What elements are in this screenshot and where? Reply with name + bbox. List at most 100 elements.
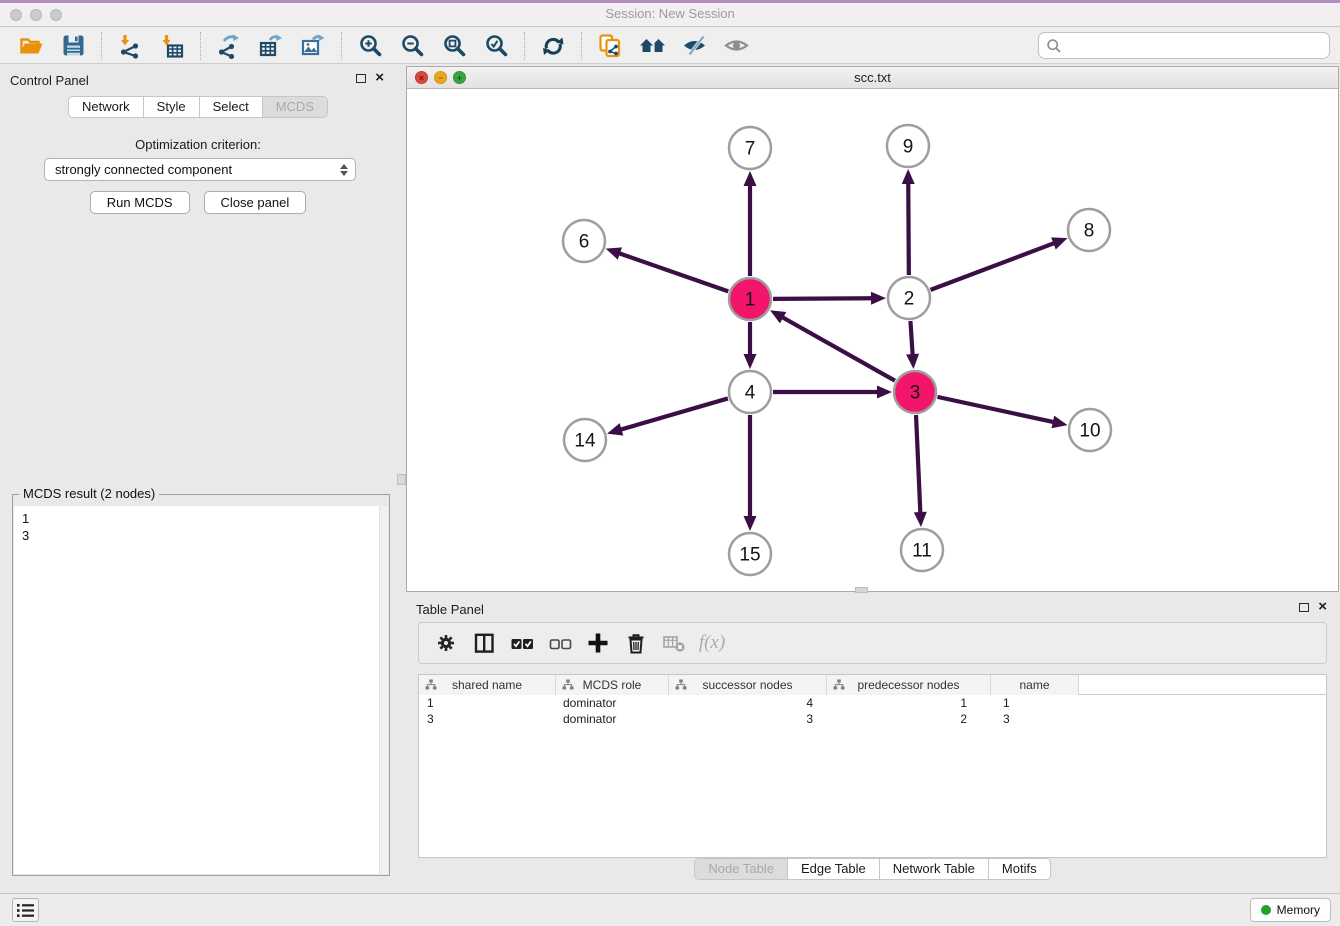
graph-edge-3-10[interactable] bbox=[937, 397, 1054, 422]
table-cell[interactable]: 3 bbox=[669, 711, 827, 727]
close-panel-button[interactable]: Close panel bbox=[204, 191, 307, 214]
network-canvas[interactable]: 7968124314101511 bbox=[407, 90, 1338, 591]
table-cell[interactable]: 1 bbox=[991, 695, 1079, 711]
close-panel-icon[interactable]: × bbox=[375, 73, 384, 83]
show-columns-button[interactable] bbox=[469, 628, 499, 658]
column-header-MCDS-role[interactable]: MCDS role bbox=[556, 675, 669, 695]
mcds-result-group: MCDS result (2 nodes) 1 3 bbox=[12, 494, 390, 876]
graph-edge-2-3[interactable] bbox=[910, 321, 912, 356]
float-panel-icon[interactable] bbox=[356, 74, 366, 83]
table-cell[interactable]: 3 bbox=[419, 711, 556, 727]
graph-edge-1-6[interactable] bbox=[618, 253, 728, 292]
delete-column-button[interactable] bbox=[621, 628, 651, 658]
table-cell[interactable]: 3 bbox=[991, 711, 1079, 727]
graph-node-label: 11 bbox=[912, 541, 932, 562]
tab-node-table[interactable]: Node Table bbox=[695, 859, 788, 879]
column-header-name[interactable]: name bbox=[991, 675, 1079, 695]
zoom-in-button[interactable] bbox=[354, 30, 386, 62]
export-network-button[interactable] bbox=[213, 30, 245, 62]
mcds-result-area[interactable]: 1 3 bbox=[14, 506, 388, 874]
table-cell[interactable]: 1 bbox=[827, 695, 991, 711]
column-header-predecessor-nodes[interactable]: predecessor nodes bbox=[827, 675, 991, 695]
close-table-panel-icon[interactable]: × bbox=[1318, 602, 1327, 612]
save-floppy-icon bbox=[61, 33, 86, 58]
delete-table-button[interactable] bbox=[659, 628, 689, 658]
create-column-button[interactable] bbox=[583, 628, 613, 658]
refresh-layout-button[interactable] bbox=[537, 30, 569, 62]
tab-network[interactable]: Network bbox=[69, 97, 144, 117]
graph-edge-2-9[interactable] bbox=[908, 182, 909, 275]
table-settings-button[interactable] bbox=[431, 628, 461, 658]
table-row[interactable]: 3dominator323 bbox=[419, 711, 1326, 727]
tab-select[interactable]: Select bbox=[200, 97, 263, 117]
tab-motifs[interactable]: Motifs bbox=[989, 859, 1050, 879]
hide-selected-button[interactable] bbox=[678, 30, 710, 62]
export-table-button[interactable] bbox=[255, 30, 287, 62]
clone-network-button[interactable] bbox=[594, 30, 626, 62]
toolbar-search[interactable] bbox=[1038, 32, 1330, 59]
table-cell[interactable]: 2 bbox=[827, 711, 991, 727]
save-session-button[interactable] bbox=[57, 30, 89, 62]
search-input[interactable] bbox=[1062, 35, 1329, 57]
graph-node-label: 3 bbox=[910, 383, 921, 404]
tab-style[interactable]: Style bbox=[144, 97, 200, 117]
tab-network-table[interactable]: Network Table bbox=[880, 859, 989, 879]
table-cell[interactable]: 4 bbox=[669, 695, 827, 711]
graph-edge-2-8[interactable] bbox=[931, 243, 1056, 290]
import-network-button[interactable] bbox=[114, 30, 146, 62]
graph-node-label: 8 bbox=[1084, 221, 1095, 242]
float-table-panel-icon[interactable] bbox=[1299, 603, 1309, 612]
zoom-selected-button[interactable] bbox=[480, 30, 512, 62]
checked-boxes-icon bbox=[509, 630, 535, 656]
graph-edge-3-11[interactable] bbox=[916, 415, 920, 514]
open-folder-icon bbox=[18, 33, 44, 59]
function-builder-button[interactable]: f(x) bbox=[697, 628, 727, 658]
export-image-icon bbox=[300, 33, 326, 59]
table-cell[interactable]: dominator bbox=[556, 695, 669, 711]
zoom-out-button[interactable] bbox=[396, 30, 428, 62]
table-tabs: Node Table Edge Table Network Table Moti… bbox=[694, 858, 1050, 880]
open-session-button[interactable] bbox=[15, 30, 47, 62]
edge-arrowhead bbox=[607, 423, 623, 435]
titlebar-accent bbox=[0, 0, 1340, 3]
eye-slash-icon bbox=[681, 32, 708, 59]
zoom-in-icon bbox=[358, 33, 383, 58]
table-cell[interactable]: 1 bbox=[419, 695, 556, 711]
network-titlebar[interactable]: × − + scc.txt bbox=[407, 67, 1338, 89]
graph-node-label: 14 bbox=[574, 431, 596, 452]
select-all-button[interactable] bbox=[507, 628, 537, 658]
table-panel-title: Table Panel bbox=[416, 602, 484, 617]
result-scrollbar[interactable] bbox=[379, 506, 388, 874]
vertical-splitter-grip[interactable] bbox=[397, 474, 406, 485]
table-header-row: shared nameMCDS rolesuccessor nodesprede… bbox=[419, 675, 1326, 695]
horizontal-splitter-grip[interactable] bbox=[855, 587, 868, 593]
status-bar: Memory bbox=[0, 893, 1340, 926]
first-neighbors-button[interactable] bbox=[636, 30, 668, 62]
export-image-button[interactable] bbox=[297, 30, 329, 62]
houses-icon bbox=[639, 32, 666, 59]
graph-node-label: 7 bbox=[745, 139, 756, 160]
toolbar-divider bbox=[524, 32, 525, 60]
graph-edge-1-2[interactable] bbox=[773, 298, 873, 299]
control-panel: Control Panel × Network Style Select MCD… bbox=[0, 65, 396, 888]
show-panels-button[interactable] bbox=[12, 898, 39, 922]
show-all-button[interactable] bbox=[720, 30, 752, 62]
graph-node-label: 10 bbox=[1079, 421, 1100, 442]
memory-button[interactable]: Memory bbox=[1250, 898, 1331, 922]
import-table-button[interactable] bbox=[156, 30, 188, 62]
table-row[interactable]: 1dominator411 bbox=[419, 695, 1326, 711]
deselect-all-button[interactable] bbox=[545, 628, 575, 658]
zoom-fit-button[interactable] bbox=[438, 30, 470, 62]
export-table-icon bbox=[258, 33, 284, 59]
graph-edge-4-14[interactable] bbox=[620, 398, 728, 430]
zoom-fit-icon bbox=[442, 33, 467, 58]
tab-edge-table[interactable]: Edge Table bbox=[788, 859, 880, 879]
column-header-successor-nodes[interactable]: successor nodes bbox=[669, 675, 827, 695]
graph-edge-3-1[interactable] bbox=[781, 317, 895, 381]
column-header-shared-name[interactable]: shared name bbox=[419, 675, 556, 695]
run-mcds-button[interactable]: Run MCDS bbox=[90, 191, 190, 214]
main-toolbar bbox=[0, 28, 1340, 64]
tab-mcds[interactable]: MCDS bbox=[263, 97, 327, 117]
criterion-dropdown[interactable]: strongly connected component bbox=[44, 158, 356, 181]
table-cell[interactable]: dominator bbox=[556, 711, 669, 727]
